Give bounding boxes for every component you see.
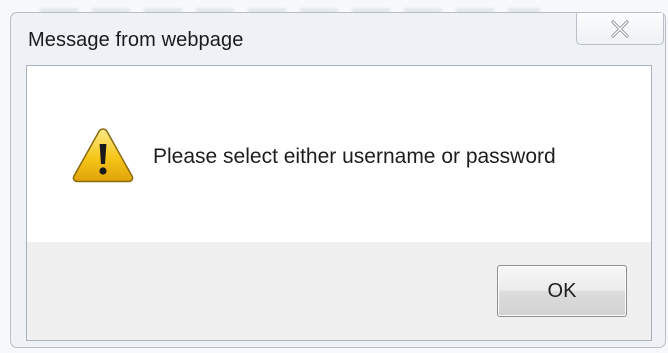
message-area: Please select either username or passwor… bbox=[27, 66, 651, 242]
screen: Message from webpage Please select eithe… bbox=[0, 0, 668, 353]
close-button[interactable] bbox=[576, 13, 664, 45]
message-dialog: Message from webpage Please select eithe… bbox=[10, 12, 666, 348]
dialog-title: Message from webpage bbox=[28, 29, 244, 51]
dialog-body: Please select either username or passwor… bbox=[26, 65, 652, 341]
dialog-titlebar[interactable]: Message from webpage bbox=[11, 13, 665, 65]
close-x-icon bbox=[609, 19, 631, 38]
warning-icon bbox=[71, 126, 135, 184]
ok-button[interactable]: OK bbox=[497, 265, 627, 317]
message-text: Please select either username or passwor… bbox=[153, 145, 556, 168]
